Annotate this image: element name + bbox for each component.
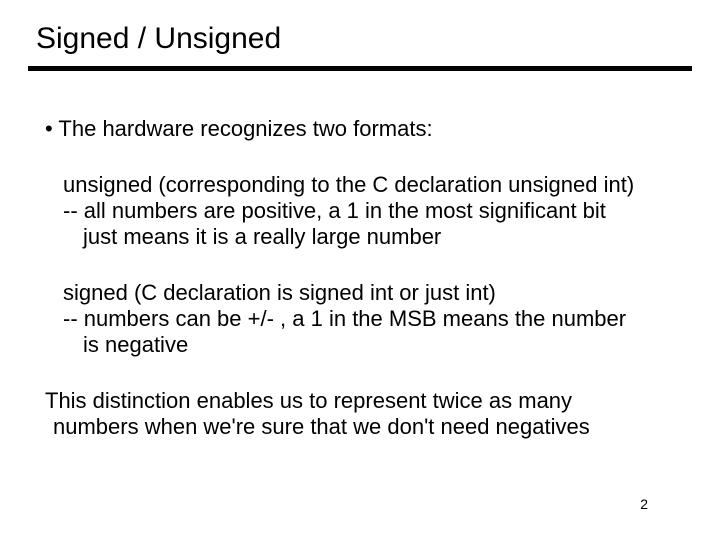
slide: Signed / Unsigned • The hardware recogni… xyxy=(0,0,720,540)
text-line: -- all numbers are positive, a 1 in the … xyxy=(63,198,680,224)
text-line: -- numbers can be +/- , a 1 in the MSB m… xyxy=(63,306,680,332)
text-line: is negative xyxy=(83,332,680,358)
text-line: This distinction enables us to represent… xyxy=(45,388,680,414)
text-line: numbers when we're sure that we don't ne… xyxy=(53,414,680,440)
slide-title: Signed / Unsigned xyxy=(36,22,281,56)
block-summary: This distinction enables us to represent… xyxy=(45,388,680,440)
block-signed: signed (C declaration is signed int or j… xyxy=(63,280,680,358)
block-unsigned: unsigned (corresponding to the C declara… xyxy=(63,172,680,250)
bullet-intro: • The hardware recognizes two formats: xyxy=(45,116,680,142)
text-line: just means it is a really large number xyxy=(83,224,680,250)
text-line: signed (C declaration is signed int or j… xyxy=(63,280,680,306)
title-divider xyxy=(28,66,692,71)
page-number: 2 xyxy=(640,496,648,512)
text-line: unsigned (corresponding to the C declara… xyxy=(63,172,680,198)
slide-body: • The hardware recognizes two formats: u… xyxy=(45,116,680,440)
